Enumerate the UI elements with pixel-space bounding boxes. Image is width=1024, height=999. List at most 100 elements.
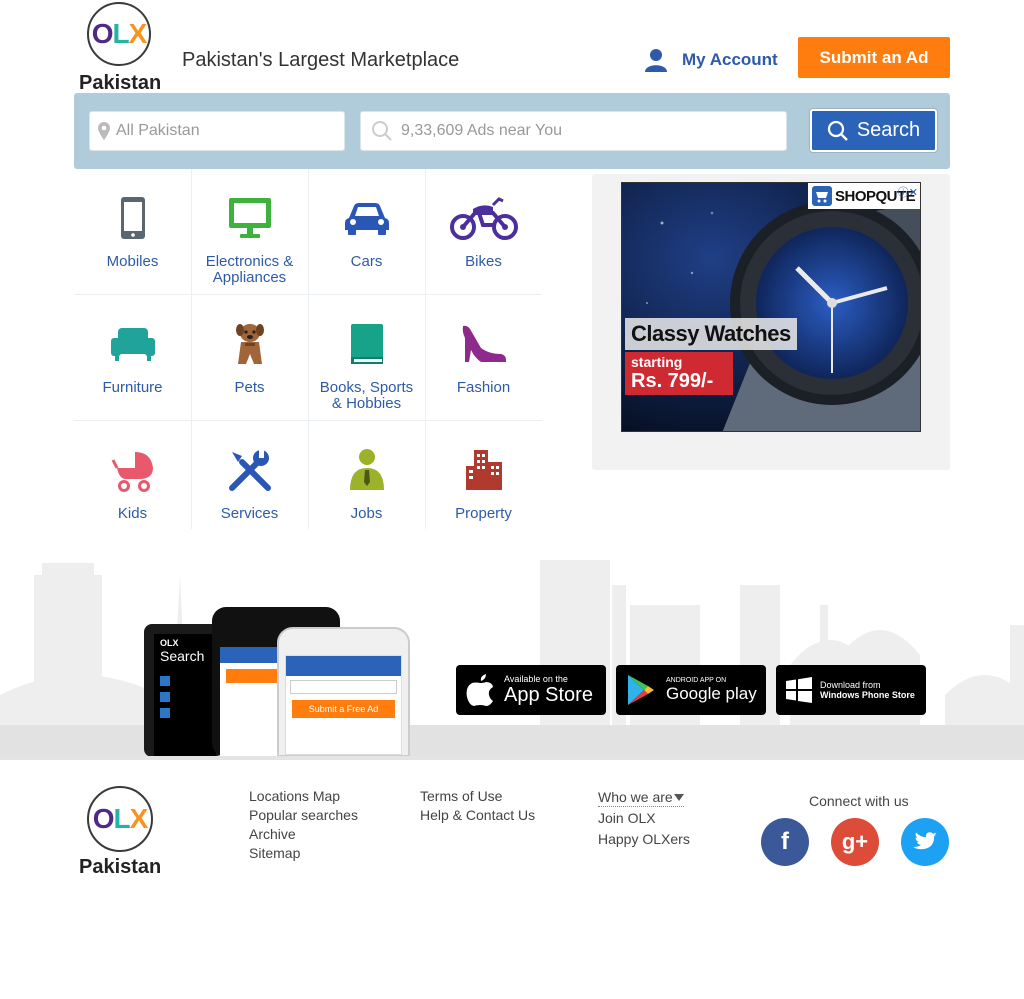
category-label: Cars: [350, 253, 383, 270]
ad-sub: starting: [631, 354, 683, 370]
my-account-label: My Account: [682, 50, 778, 69]
category-jobs[interactable]: Jobs: [308, 421, 425, 547]
facebook-icon[interactable]: f: [761, 818, 809, 866]
google-play-big: Google play: [666, 683, 757, 703]
olx-logo[interactable]: OLX: [87, 2, 151, 66]
category-kids[interactable]: Kids: [74, 421, 191, 547]
google-play-icon: [628, 675, 654, 705]
app-store-button[interactable]: Available on the App Store: [456, 665, 606, 715]
monitor-icon: [228, 198, 271, 238]
google-play-button[interactable]: ANDROID APP ON Google play: [616, 665, 766, 715]
chevron-down-icon: [674, 793, 684, 801]
windows-icon: [786, 677, 812, 703]
twitter-bird-icon: [913, 832, 937, 850]
building-icon: [465, 450, 502, 490]
location-field[interactable]: All Pakistan: [89, 111, 345, 151]
category-label: Kids: [117, 505, 148, 522]
my-account-link[interactable]: My Account: [645, 48, 778, 72]
ad-close-icon[interactable]: ⓘ✕: [898, 184, 918, 200]
category-label: Furniture: [102, 379, 163, 396]
app-store-big: App Store: [504, 684, 593, 706]
location-pin-icon: [98, 122, 110, 140]
tools-icon: [228, 449, 271, 491]
search-icon: [372, 121, 392, 141]
phone-windows: OLX Search: [144, 624, 222, 757]
phone-search-text: Search: [160, 648, 205, 664]
footer-logo-country: Pakistan: [79, 856, 162, 878]
footer-link-archive[interactable]: Archive: [249, 826, 296, 842]
location-placeholder: All Pakistan: [116, 122, 200, 139]
search-bar: All Pakistan 9,33,609 Ads near You Searc…: [74, 93, 950, 169]
user-icon: [645, 49, 667, 72]
header: OLX Pakistan Pakistan's Largest Marketpl…: [0, 0, 1024, 94]
app-strip: OLX Search Submit a Free Ad Available on…: [0, 545, 1024, 757]
category-books[interactable]: Books, Sports & Hobbies: [308, 295, 425, 421]
car-icon: [344, 203, 389, 235]
windows-big: Windows Phone Store: [820, 690, 915, 700]
google-plus-icon[interactable]: g+: [831, 818, 879, 866]
footer-link-terms[interactable]: Terms of Use: [420, 788, 502, 804]
category-label: Property: [455, 505, 512, 522]
app-store-small: Available on the: [504, 674, 568, 684]
footer-link-help[interactable]: Help & Contact Us: [420, 807, 535, 823]
category-label: Electronics & Appliances: [205, 253, 294, 286]
category-label: Fashion: [456, 379, 511, 396]
mobile-icon: [120, 197, 145, 239]
ad-banner[interactable]: SHOPQUTE ⓘ✕ Classy Watches starting Rs. …: [621, 182, 921, 432]
footer-link-join-olx[interactable]: Join OLX: [598, 810, 656, 826]
worker-icon: [349, 449, 384, 490]
phone-logo: OLX: [160, 638, 179, 648]
search-icon: [827, 120, 848, 141]
book-icon: [350, 324, 383, 364]
tagline: Pakistan's Largest Marketplace: [182, 49, 460, 71]
category-label: Mobiles: [106, 253, 159, 270]
category-furniture[interactable]: Furniture: [74, 295, 191, 421]
category-services[interactable]: Services: [191, 421, 308, 547]
search-input[interactable]: 9,33,609 Ads near You: [360, 111, 787, 151]
ad-price: Rs. 799/-: [631, 370, 714, 392]
who-we-are-label: Who we are: [598, 789, 673, 805]
windows-small: Download from: [820, 680, 881, 690]
footer-divider: [0, 756, 1024, 760]
category-fashion[interactable]: Fashion: [425, 295, 542, 421]
category-property[interactable]: Property: [425, 421, 542, 547]
ad-container: SHOPQUTE ⓘ✕ Classy Watches starting Rs. …: [592, 174, 950, 470]
windows-store-button[interactable]: Download from Windows Phone Store: [776, 665, 926, 715]
phone-android: Submit a Free Ad: [277, 627, 410, 757]
google-play-small: ANDROID APP ON: [666, 676, 727, 684]
category-electronics[interactable]: Electronics & Appliances: [191, 169, 308, 295]
twitter-icon[interactable]: [901, 818, 949, 866]
phone-submit-button: Submit a Free Ad: [292, 700, 395, 718]
category-cars[interactable]: Cars: [308, 169, 425, 295]
category-bikes[interactable]: Bikes: [425, 169, 542, 295]
motorbike-icon: [449, 197, 518, 240]
ad-price-box: starting Rs. 799/-: [625, 352, 733, 395]
footer-link-locations-map[interactable]: Locations Map: [249, 788, 340, 804]
search-button[interactable]: Search: [810, 109, 937, 152]
who-we-are-dropdown[interactable]: Who we are: [598, 789, 684, 807]
category-label: Services: [220, 505, 279, 522]
category-label: Bikes: [465, 253, 502, 270]
stroller-icon: [111, 452, 153, 492]
footer-link-popular-searches[interactable]: Popular searches: [249, 807, 358, 823]
category-pets[interactable]: Pets: [191, 295, 308, 421]
footer-link-sitemap[interactable]: Sitemap: [249, 845, 300, 861]
submit-ad-button[interactable]: Submit an Ad: [798, 37, 950, 78]
category-mobiles[interactable]: Mobiles: [74, 169, 191, 295]
footer-olx-logo[interactable]: OLX: [87, 786, 153, 852]
connect-label: Connect with us: [809, 793, 909, 809]
category-label: Jobs: [350, 505, 383, 522]
search-placeholder: 9,33,609 Ads near You: [401, 122, 563, 139]
search-button-label: Search: [856, 119, 921, 141]
high-heel-icon: [462, 325, 506, 362]
dog-icon: [235, 324, 264, 364]
logo-country: Pakistan: [79, 72, 162, 94]
category-label: Books, Sports & Hobbies: [319, 379, 414, 412]
ad-headline: Classy Watches: [625, 318, 797, 350]
category-grid: Mobiles Electronics & Appliances Cars Bi…: [74, 169, 542, 529]
category-label: Pets: [234, 379, 265, 396]
footer-link-happy-olxers[interactable]: Happy OLXers: [598, 831, 690, 847]
cart-icon: [812, 186, 832, 206]
apple-icon: [466, 674, 493, 706]
sofa-icon: [110, 328, 155, 361]
